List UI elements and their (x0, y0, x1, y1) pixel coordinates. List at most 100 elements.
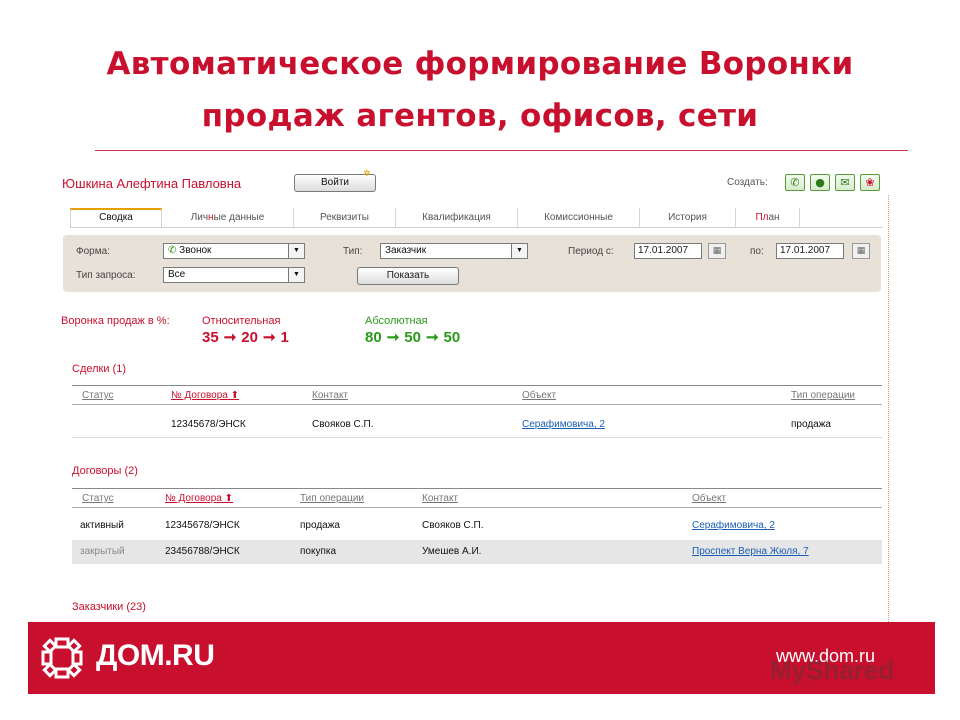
deals-table-header: Статус № Договора ⬆ Контакт Объект Тип о… (72, 385, 882, 405)
frame-border (888, 195, 890, 622)
sort-up-icon: ⬆ (224, 493, 233, 504)
cell-status: активный (80, 520, 124, 531)
calendar-icon[interactable]: ▦ (708, 243, 726, 259)
cell-object-link[interactable]: Серафимовича, 2 (522, 419, 605, 430)
column-object[interactable]: Объект (692, 493, 726, 504)
period-from-label: Период с: (568, 246, 614, 257)
cell-object-link[interactable]: Серафимовича, 2 (692, 520, 775, 531)
slide-title-line-1: Автоматическое формирование Воронки (106, 46, 854, 82)
period-from-input[interactable]: 17.01.2007 (634, 243, 702, 259)
phone-icon: ✆ (168, 245, 177, 256)
cell-contract: 12345678/ЭНСК (171, 419, 246, 430)
dom-ru-logo-icon (41, 637, 83, 679)
cell-contract: 12345678/ЭНСК (165, 520, 240, 531)
user-name: Юшкина Алефтина Павловна (62, 176, 242, 191)
period-to-label: по: (750, 246, 764, 257)
column-contract-label: № Договора (165, 493, 222, 504)
funnel-absolute-value: 50 (404, 329, 421, 346)
filter-panel: Форма: ✆ Звонок ▼ Тип: Заказчик ▼ Период… (63, 235, 881, 292)
request-type-label: Тип запроса: (76, 270, 136, 281)
cell-object-link[interactable]: Проспект Верна Жюля, 7 (692, 546, 809, 557)
deals-section-title[interactable]: Сделки (1) (72, 363, 126, 375)
column-contact[interactable]: Контакт (312, 390, 348, 401)
column-contract-number[interactable]: № Договора ⬆ (165, 493, 233, 504)
customers-section-title[interactable]: Заказчики (23) (72, 601, 146, 613)
cell-operation: покупка (300, 546, 337, 557)
funnel-absolute-value: 50 (443, 329, 461, 346)
funnel-relative-values: 35 ➞ 20 ➞ 1 (202, 328, 289, 346)
tab-bar: Сводка Личные данные Реквизиты Квалифика… (70, 208, 830, 227)
funnel-relative-value: 1 (280, 329, 289, 346)
form-select[interactable]: ✆ Звонок ▼ (163, 243, 305, 259)
funnel-relative-value: 20 (241, 329, 258, 346)
cell-contact: Свояков С.П. (422, 520, 484, 531)
contracts-section-title[interactable]: Договоры (2) (72, 465, 138, 477)
column-contract-number[interactable]: № Договора ⬆ (171, 390, 239, 401)
phone-icon[interactable]: ✆ (785, 174, 805, 191)
column-operation-type[interactable]: Тип операции (300, 493, 364, 504)
funnel-label: Воронка продаж в %: (61, 315, 170, 327)
cell-contract: 23456788/ЭНСК (165, 546, 240, 557)
request-type-value: Все (168, 269, 186, 280)
form-label: Форма: (76, 246, 110, 257)
form-select-value: Звонок (179, 245, 212, 256)
title-divider (95, 150, 908, 151)
period-to-input[interactable]: 17.01.2007 (776, 243, 844, 259)
arrow-right-icon: ➞ (262, 329, 276, 346)
table-row[interactable]: активный 12345678/ЭНСК продажа Свояков С… (72, 514, 882, 538)
user-icon[interactable]: ● (810, 174, 830, 191)
arrow-right-icon: ➞ (425, 329, 439, 346)
type-select-value: Заказчик (385, 245, 427, 256)
show-button[interactable]: Показать (357, 267, 459, 285)
footer-brand: ДОМ.RU (96, 639, 215, 672)
calendar-icon[interactable]: ▦ (852, 243, 870, 259)
cell-operation: продажа (300, 520, 340, 531)
star-icon: ✲ (363, 169, 371, 179)
tab-plan-suffix: ан (768, 212, 780, 223)
tab-requisites[interactable]: Реквизиты (294, 208, 396, 227)
tab-plan-accent: Пл (755, 212, 769, 223)
request-type-select[interactable]: Все ▼ (163, 267, 305, 283)
tab-personal-prefix: Лич (190, 212, 209, 223)
funnel-absolute-values: 80 ➞ 50 ➞ 50 (365, 328, 460, 346)
column-object[interactable]: Объект (522, 390, 556, 401)
column-operation-type[interactable]: Тип операции (791, 390, 855, 401)
funnel-absolute-title: Абсолютная (365, 315, 428, 327)
tab-commission[interactable]: Комиссионные (518, 208, 640, 227)
tab-history[interactable]: История (640, 208, 736, 227)
cell-contact: Свояков С.П. (312, 419, 374, 430)
tab-plan[interactable]: План (736, 208, 800, 227)
type-label: Тип: (343, 246, 363, 257)
column-status[interactable]: Статус (82, 493, 114, 504)
row-divider (72, 437, 882, 438)
sort-up-icon: ⬆ (230, 390, 239, 401)
cell-status: закрытый (80, 546, 125, 557)
chevron-down-icon: ▼ (511, 244, 527, 258)
funnel-relative-title: Относительная (202, 315, 281, 327)
tab-qualification[interactable]: Квалификация (396, 208, 518, 227)
tab-summary[interactable]: Сводка (70, 208, 162, 227)
column-contract-label: № Договора (171, 390, 228, 401)
mail-icon[interactable]: ✉ (835, 174, 855, 191)
chevron-down-icon: ▼ (288, 268, 304, 282)
tab-personal-data[interactable]: Личные данные (162, 208, 294, 227)
crm-screenshot: Юшкина Алефтина Павловна Войти ✲ Создать… (55, 165, 898, 622)
column-contact[interactable]: Контакт (422, 493, 458, 504)
funnel-relative-value: 35 (202, 329, 219, 346)
table-row[interactable]: 12345678/ЭНСК Свояков С.П. Серафимовича,… (72, 413, 882, 437)
type-select[interactable]: Заказчик ▼ (380, 243, 528, 259)
tabs-underline (70, 227, 883, 228)
meeting-icon[interactable]: ❀ (860, 174, 880, 191)
slide-title: Автоматическое формирование Воронки прод… (0, 38, 960, 142)
chevron-down-icon: ▼ (288, 244, 304, 258)
cell-contact: Умешев А.И. (422, 546, 482, 557)
funnel-absolute-value: 80 (365, 329, 382, 346)
contracts-table-header: Статус № Договора ⬆ Тип операции Контакт… (72, 488, 882, 508)
tab-personal-suffix: ые данные (213, 212, 265, 223)
create-label: Создать: (727, 177, 768, 188)
cell-operation: продажа (791, 419, 831, 430)
slide-title-line-2: продаж агентов, офисов, сети (201, 98, 759, 134)
table-row[interactable]: закрытый 23456788/ЭНСК покупка Умешев А.… (72, 540, 882, 564)
column-status[interactable]: Статус (82, 390, 114, 401)
arrow-right-icon: ➞ (386, 329, 400, 346)
